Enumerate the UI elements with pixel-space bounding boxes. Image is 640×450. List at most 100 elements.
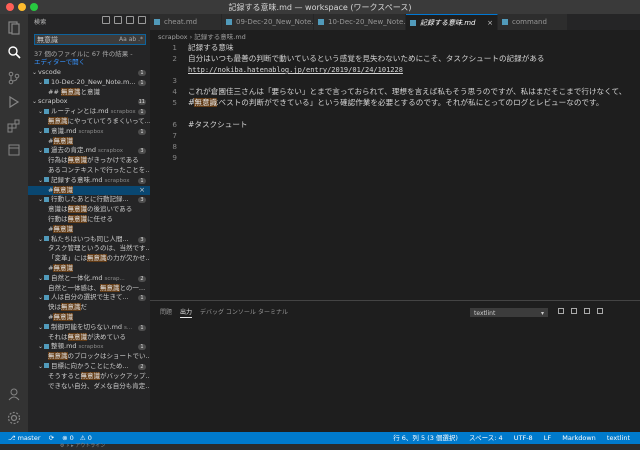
result-file[interactable]: ⌄ 整頓.md scrapbox 1 — [28, 342, 150, 352]
outline-label[interactable]: ⚙ ⚡ ▸ アウトライン — [60, 442, 105, 449]
result-match[interactable]: 無意識にやっていてうまくいって... — [28, 116, 150, 127]
account-icon[interactable] — [6, 386, 22, 402]
result-label: ルーティンとは.md — [51, 107, 109, 116]
match-match: 無意識 — [53, 263, 73, 272]
clear-results-icon[interactable] — [114, 16, 122, 24]
panel-tab-output[interactable]: 出力 — [180, 307, 193, 318]
panel-tab-debug-console[interactable]: デバッグ コンソール — [200, 307, 256, 316]
editor-tab[interactable]: command — [498, 14, 568, 30]
clear-output-icon[interactable] — [558, 308, 564, 314]
indentation[interactable]: スペース: 4 — [469, 434, 503, 442]
result-match[interactable]: 「変革」には無意識の力が欠かせ... — [28, 254, 150, 264]
result-label: 人は自分の選択で生きて... — [51, 293, 129, 302]
result-file[interactable]: ⌄ ルーティンとは.md scrapbox 1 — [28, 107, 150, 117]
line-number: 9 — [172, 153, 177, 162]
editor-area[interactable]: 1 記録する意味 2 自分はいつも最善の判断で動いているという感覚を見失わないためにこ… — [150, 40, 640, 298]
output-channel-select[interactable]: textlint ▾ — [470, 308, 548, 317]
result-match[interactable]: 自然と一体感は、無意識との一... — [28, 283, 150, 294]
linter-status[interactable]: textlint — [607, 434, 630, 442]
result-file[interactable]: ⌄ 過去の肯定.md scrapbox 3 — [28, 146, 150, 156]
result-file[interactable]: ⌄ 目標に向かうことにため... 2 — [28, 362, 150, 372]
dismiss-match-icon[interactable]: × — [139, 186, 145, 196]
search-input-box[interactable]: Aa ab .* — [34, 34, 146, 45]
language-mode[interactable]: Markdown — [562, 434, 596, 442]
lock-scroll-icon[interactable] — [571, 308, 577, 314]
result-match[interactable]: #無意識 — [28, 263, 150, 274]
result-file[interactable]: ⌄ 制御可能を切らない.md s... 1 — [28, 323, 150, 333]
result-file[interactable]: ⌄ 人は自分の選択で生きて... 1 — [28, 293, 150, 303]
result-file[interactable]: ⌄ 意識.md scrapbox 1 — [28, 127, 150, 137]
collapse-all-icon[interactable] — [138, 16, 146, 24]
result-folder[interactable]: ⌄vscode 1 — [28, 68, 150, 78]
result-file[interactable]: ⌄ 私たちはいつも同じ人間... 3 — [28, 235, 150, 245]
result-match[interactable]: タスク管理というのは、当然です... — [28, 244, 150, 254]
panel-tab-problems[interactable]: 問題 — [160, 307, 172, 316]
result-match[interactable]: 意識は無意識の後追いである — [28, 205, 150, 215]
result-file[interactable]: ⌄ 記録する意味.md scrapbox 1 — [28, 176, 150, 186]
markdown-file-icon — [44, 108, 49, 114]
explorer-icon[interactable] — [6, 20, 22, 36]
line-text: #無意識 — [188, 97, 218, 108]
result-count-badge: 3 — [138, 197, 146, 204]
extensions-icon[interactable] — [6, 118, 22, 134]
markdown-file-icon — [44, 275, 49, 281]
close-panel-icon[interactable] — [597, 308, 603, 314]
panel-tab-terminal[interactable]: ターミナル — [258, 307, 288, 316]
maximize-panel-icon[interactable] — [584, 308, 590, 314]
editor-tab[interactable]: cheat.md — [150, 14, 222, 30]
editor-tab[interactable]: 09-Dec-20_New_Note.md — [222, 14, 314, 30]
errors-count[interactable]: ⊗ 0 — [62, 434, 74, 442]
sync-icon[interactable]: ⟳ — [49, 434, 54, 442]
match-match: 無意識 — [53, 185, 73, 194]
source-control-icon[interactable] — [6, 70, 22, 86]
line-content: #タスクシュート — [188, 120, 248, 129]
search-input[interactable] — [35, 35, 117, 44]
result-match[interactable]: ## 無意識と意識 — [28, 87, 150, 98]
result-match[interactable]: 行動は無意識に任せる — [28, 214, 150, 225]
result-path: scrapbox — [104, 177, 130, 184]
result-file[interactable]: ⌄ 行動したあとに行動記録... 3 — [28, 195, 150, 205]
warnings-count[interactable]: ⚠ 0 — [80, 434, 92, 442]
open-in-editor-link[interactable]: エディターで開く — [34, 58, 85, 66]
cursor-position[interactable]: 行 6、列 5 (3 個選択) — [393, 434, 458, 442]
run-debug-icon[interactable] — [6, 94, 22, 110]
line-ending[interactable]: LF — [544, 434, 551, 442]
outline-strip: ⚙ ⚡ ▸ アウトライン — [0, 442, 640, 450]
new-search-editor-icon[interactable] — [126, 16, 134, 24]
result-match[interactable]: 行為は無意識がきっかけである — [28, 156, 150, 166]
result-match[interactable]: 快は無意識だ — [28, 303, 150, 313]
editor-tab[interactable]: 10-Dec-20_New_Note.md — [314, 14, 406, 30]
result-match[interactable]: できない自分、ダメな自分も肯定... — [28, 382, 150, 392]
url-link[interactable]: http://nokiba.hatenablog.jp/entry/2019/0… — [188, 66, 403, 74]
settings-gear-icon[interactable] — [6, 410, 22, 426]
markdown-file-icon — [502, 19, 508, 25]
result-match[interactable]: #無意識 — [28, 312, 150, 323]
result-match[interactable]: そうすると無意識がバックアップ... — [28, 371, 150, 382]
editor-tab[interactable]: 記録する意味.md × — [406, 14, 498, 30]
calendar-icon[interactable] — [6, 142, 22, 158]
result-match[interactable]: #無意識 — [28, 224, 150, 235]
markdown-file-icon — [226, 19, 232, 25]
result-match[interactable]: 無意識のブロックはショートでい... — [28, 352, 150, 362]
result-file[interactable]: ⌄ 自然と一体化.md scrap... 2 — [28, 274, 150, 284]
line-number: 3 — [172, 76, 177, 85]
encoding[interactable]: UTF-8 — [514, 434, 533, 442]
result-label: 制御可能を切らない.md — [51, 322, 123, 331]
result-folder[interactable]: ⌄scrapbox 11 — [28, 97, 150, 107]
close-tab-icon[interactable]: × — [487, 15, 493, 30]
search-options[interactable]: Aa ab .* — [119, 36, 143, 43]
refresh-icon[interactable] — [102, 16, 110, 24]
result-match[interactable]: あるコンテキストで行ったことを... — [28, 166, 150, 176]
branch-name[interactable]: master — [18, 434, 41, 442]
result-match[interactable]: #無意識 — [28, 136, 150, 147]
result-file[interactable]: ⌄ 10-Dec-20_New_Note.m... 1 — [28, 78, 150, 88]
search-icon[interactable] — [6, 44, 22, 60]
result-label: 10-Dec-20_New_Note.m... — [51, 77, 136, 86]
match-post: がバックアップ... — [100, 371, 150, 380]
result-count-badge: 1 — [138, 177, 146, 184]
result-match[interactable]: #無意識 × — [28, 185, 150, 196]
line-text: #タスクシュート — [188, 119, 248, 130]
line-content: これが倉園佳三さんは「要らない」とまで言っておられて、理想を言えば私もそう思うの… — [188, 87, 627, 107]
result-path: scrapbox — [98, 148, 123, 155]
result-match[interactable]: それは無意識が決めている — [28, 332, 150, 343]
